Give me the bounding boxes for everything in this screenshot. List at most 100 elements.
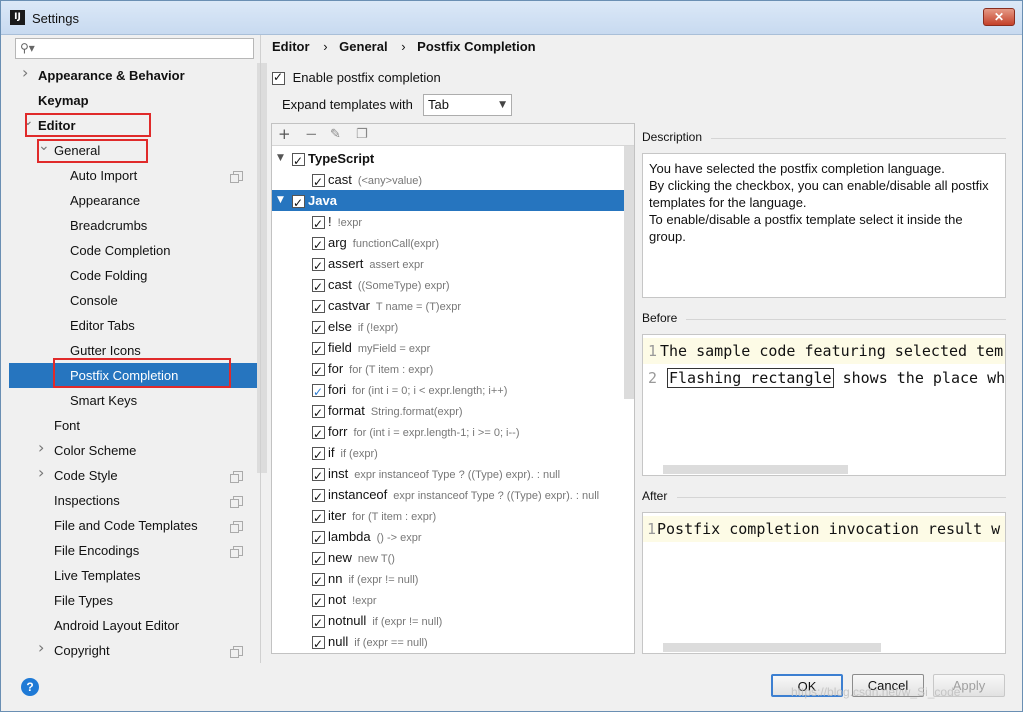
template-checkbox[interactable]	[312, 466, 325, 487]
template-row[interactable]: not !expr	[272, 589, 634, 613]
remove-icon[interactable]: −	[305, 125, 318, 143]
template-checkbox[interactable]	[312, 571, 325, 592]
template-checkbox[interactable]	[312, 529, 325, 550]
template-checkbox[interactable]	[312, 361, 325, 382]
template-checkbox[interactable]	[312, 214, 325, 235]
help-icon[interactable]: ?	[21, 678, 39, 696]
sidebar-item-copyright[interactable]: Copyright	[54, 638, 110, 663]
template-row[interactable]: nn if (expr != null)	[272, 568, 634, 592]
close-button[interactable]: ✕	[983, 8, 1015, 26]
sidebar-item-file-types[interactable]: File Types	[54, 588, 113, 613]
sidebar-item-color-scheme[interactable]: Color Scheme	[54, 438, 136, 463]
template-group-row[interactable]: ▼ TypeScript	[272, 148, 634, 172]
enable-postfix-checkbox[interactable]	[272, 70, 285, 86]
chevron-right-icon[interactable]: ›	[38, 640, 44, 656]
expand-arrow-icon[interactable]: ▼	[277, 190, 284, 211]
sidebar-item-editor-tabs[interactable]: Editor Tabs	[70, 313, 135, 338]
template-checkbox[interactable]	[292, 151, 305, 172]
search-input[interactable]: ⚲▾	[15, 38, 254, 59]
template-checkbox[interactable]	[312, 487, 325, 508]
chevron-right-icon[interactable]: ›	[38, 440, 44, 456]
template-row[interactable]: null if (expr == null)	[272, 631, 634, 653]
expand-templates-value: Tab	[428, 97, 449, 112]
template-row[interactable]: lambda () -> expr	[272, 526, 634, 550]
breadcrumb-general[interactable]: General	[339, 39, 387, 54]
template-row[interactable]: for for (T item : expr)	[272, 358, 634, 382]
sidebar-item-file-encodings[interactable]: File Encodings	[54, 538, 139, 563]
sidebar-scrollbar[interactable]	[257, 63, 267, 473]
template-row[interactable]: format String.format(expr)	[272, 400, 634, 424]
template-row[interactable]: new new T()	[272, 547, 634, 571]
template-row[interactable]: if if (expr)	[272, 442, 634, 466]
sidebar-item-appearance-behavior[interactable]: Appearance & Behavior	[38, 63, 185, 88]
sidebar-item-appearance[interactable]: Appearance	[70, 188, 140, 213]
add-icon[interactable]: +	[278, 125, 291, 143]
template-checkbox[interactable]	[312, 319, 325, 340]
template-row[interactable]: arg functionCall(expr)	[272, 232, 634, 256]
sidebar-item-font[interactable]: Font	[54, 413, 80, 438]
template-checkbox[interactable]	[292, 193, 305, 214]
template-row[interactable]: notnull if (expr != null)	[272, 610, 634, 634]
sidebar-item-smart-keys[interactable]: Smart Keys	[70, 388, 137, 413]
sidebar-item-label: Appearance	[70, 193, 141, 208]
template-name: castvar	[328, 298, 370, 313]
sidebar-item-code-completion[interactable]: Code Completion	[70, 238, 170, 263]
template-row[interactable]: instanceof expr instanceof Type ? ((Type)…	[272, 484, 634, 508]
template-checkbox[interactable]	[312, 445, 325, 466]
before-title: Before	[642, 311, 678, 325]
sidebar-item-live-templates[interactable]: Live Templates	[54, 563, 140, 588]
template-row[interactable]: ! !expr	[272, 211, 634, 235]
sidebar-item-label: Breadcrumbs	[70, 218, 148, 233]
sidebar-item-console[interactable]: Console	[70, 288, 118, 313]
templates-scrollbar[interactable]	[624, 146, 634, 399]
template-checkbox[interactable]	[312, 508, 325, 529]
template-checkbox[interactable]	[312, 277, 325, 298]
edit-icon[interactable]: ✎	[330, 127, 341, 142]
template-row[interactable]: inst expr instanceof Type ? ((Type) expr)…	[272, 463, 634, 487]
expand-arrow-icon[interactable]: ▼	[277, 148, 284, 169]
chevron-right-icon[interactable]: ›	[38, 465, 44, 481]
sidebar-item-code-style[interactable]: Code Style	[54, 463, 118, 488]
after-horizontal-scrollbar[interactable]	[663, 643, 881, 652]
template-row[interactable]: forr for (int i = expr.length-1; i >= 0; …	[272, 421, 634, 445]
template-checkbox[interactable]	[312, 172, 325, 193]
template-checkbox[interactable]	[312, 382, 325, 403]
template-checkbox[interactable]	[312, 235, 325, 256]
template-name: field	[328, 340, 352, 355]
template-row[interactable]: cast ((SomeType) expr)	[272, 274, 634, 298]
template-row[interactable]: iter for (T item : expr)	[272, 505, 634, 529]
sidebar-item-android-layout-editor[interactable]: Android Layout Editor	[54, 613, 179, 638]
template-checkbox[interactable]	[312, 340, 325, 361]
template-row[interactable]: field myField = expr	[272, 337, 634, 361]
enable-postfix-label: Enable postfix completion	[292, 70, 441, 85]
template-checkbox[interactable]	[312, 634, 325, 653]
sidebar-item-auto-import[interactable]: Auto Import	[70, 163, 137, 188]
sidebar-item-keymap[interactable]: Keymap	[38, 88, 89, 113]
template-checkbox[interactable]	[312, 592, 325, 613]
chevron-right-icon[interactable]: ›	[22, 65, 28, 81]
sidebar-item-label: File and Code Templates	[54, 518, 198, 533]
template-group-row[interactable]: ▼ Java	[272, 190, 634, 214]
panel-divider[interactable]	[260, 35, 261, 663]
template-checkbox[interactable]	[312, 424, 325, 445]
sidebar-item-breadcrumbs[interactable]: Breadcrumbs	[70, 213, 147, 238]
template-row[interactable]: assert assert expr	[272, 253, 634, 277]
expand-templates-select[interactable]: Tab ▼	[423, 94, 512, 116]
copy-icon[interactable]: ❐	[356, 127, 368, 142]
breadcrumb-editor[interactable]: Editor	[272, 39, 310, 54]
sidebar-item-inspections[interactable]: Inspections	[54, 488, 120, 513]
template-name: assert	[328, 256, 364, 271]
template-checkbox[interactable]	[312, 613, 325, 634]
template-checkbox[interactable]	[312, 298, 325, 319]
template-row[interactable]: castvar T name = (T)expr	[272, 295, 634, 319]
enable-postfix-row[interactable]: Enable postfix completion	[272, 70, 441, 86]
template-checkbox[interactable]	[312, 550, 325, 571]
sidebar-item-code-folding[interactable]: Code Folding	[70, 263, 147, 288]
sidebar-item-file-and-code-templates[interactable]: File and Code Templates	[54, 513, 198, 538]
template-row[interactable]: else if (!expr)	[272, 316, 634, 340]
template-checkbox[interactable]	[312, 256, 325, 277]
before-horizontal-scrollbar[interactable]	[663, 465, 848, 474]
template-checkbox[interactable]	[312, 403, 325, 424]
template-row[interactable]: cast (<any>value)	[272, 169, 634, 193]
template-row[interactable]: fori for (int i = 0; i < expr.length; i++…	[272, 379, 634, 403]
